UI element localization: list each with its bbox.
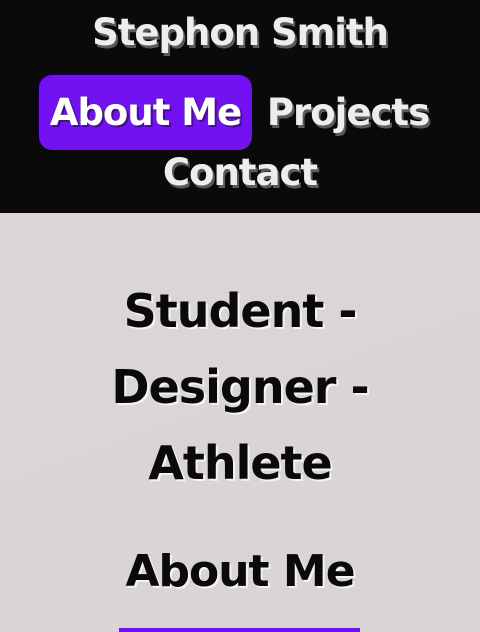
nav-link-projects[interactable]: Projects xyxy=(262,90,434,136)
tagline-line-athlete: Athlete xyxy=(148,436,333,490)
nav-link-contact[interactable]: Contact xyxy=(140,150,340,196)
site-name: Stephon Smith xyxy=(92,11,389,54)
main-content: Student - Designer - Athlete About Me xyxy=(0,213,480,632)
section-title-underline xyxy=(119,628,360,632)
about-section-title: About Me xyxy=(125,546,355,597)
nav-link-about[interactable]: About Me xyxy=(39,75,252,150)
hero-tagline: Student - Designer - Athlete xyxy=(40,273,440,501)
tagline-line-student: Student - xyxy=(123,284,358,338)
site-header: Stephon Smith About Me Projects Contact xyxy=(0,0,480,213)
tagline-line-designer: Designer - xyxy=(111,360,369,414)
